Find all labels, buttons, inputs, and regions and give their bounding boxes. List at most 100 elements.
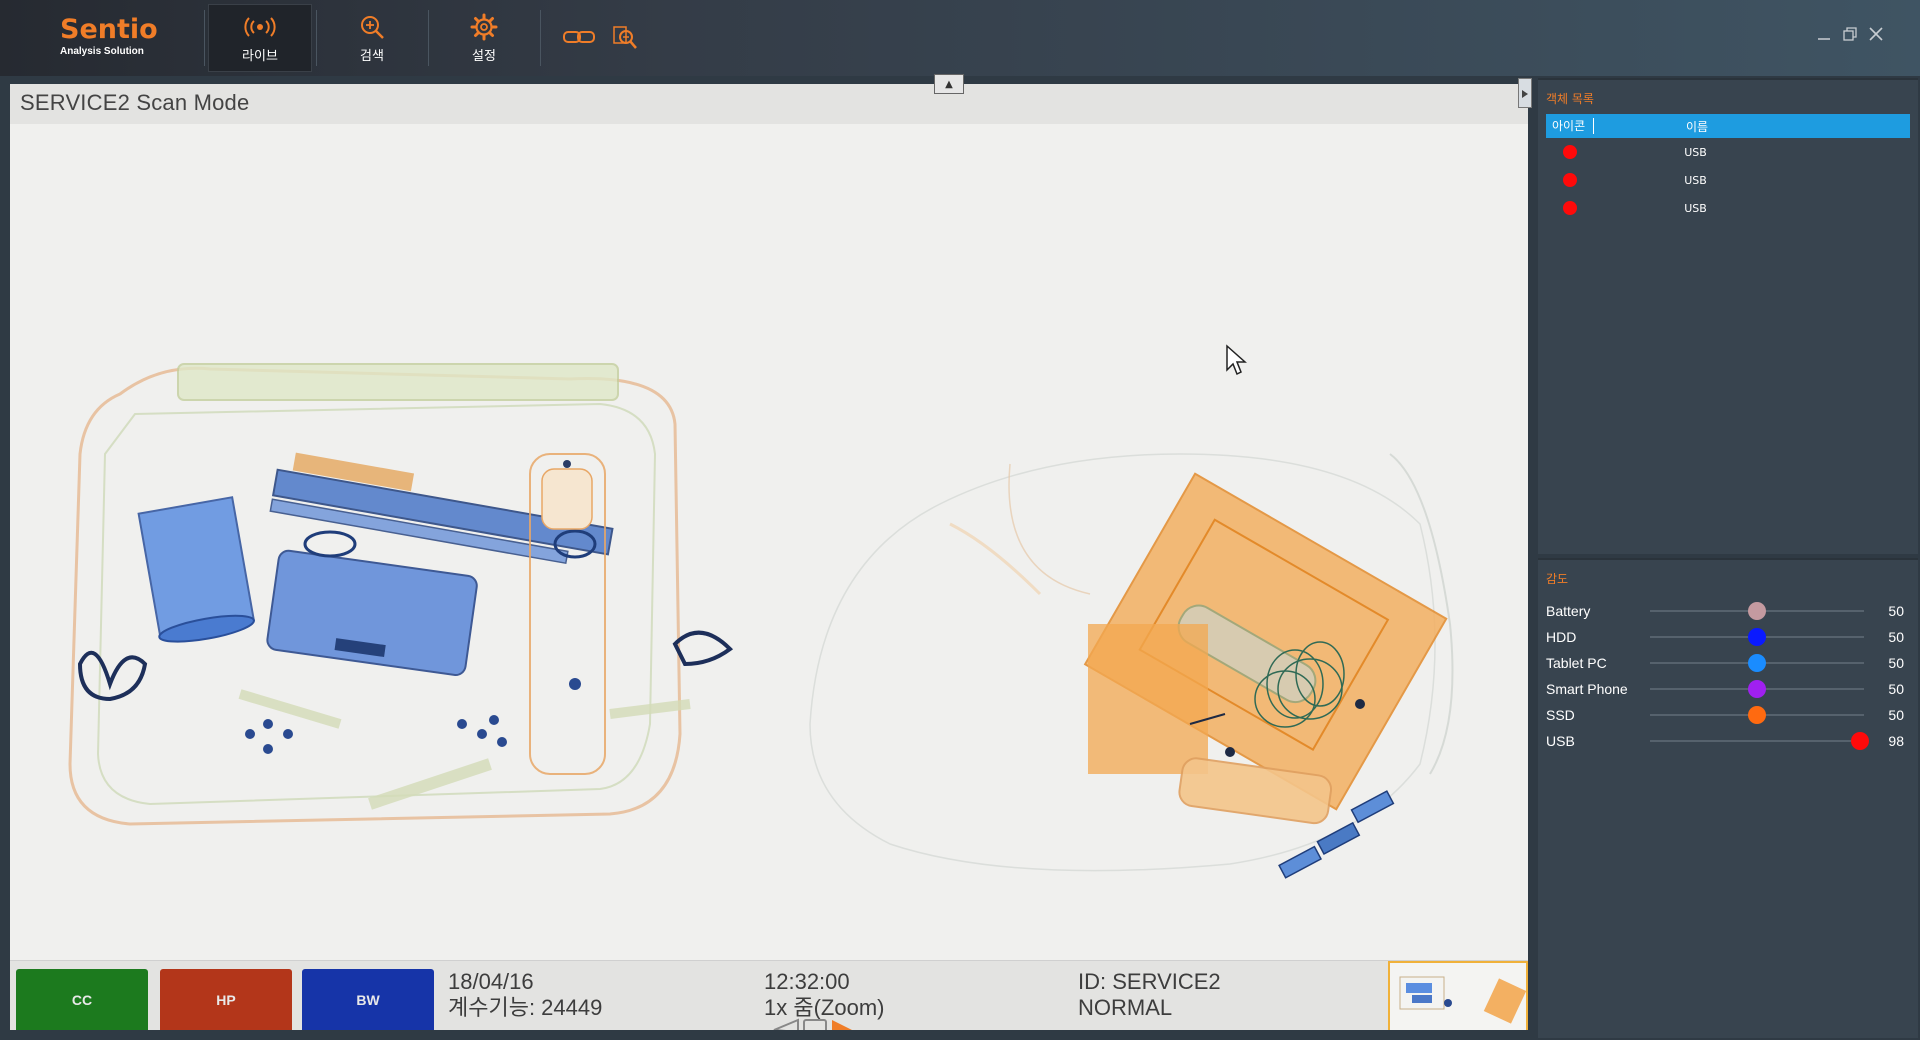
sensitivity-slider[interactable] xyxy=(1650,601,1864,621)
mode-hp-label: HP xyxy=(216,992,236,1008)
sensitivity-list: Battery 50 HDD 50 Tablet PC 50 Smart Phone 50 SS… xyxy=(1538,598,1918,754)
scan-info-bar: CC HP BW 18/04/16 계수기능: 24449 12:32:00 1… xyxy=(10,960,1528,1030)
playback-controls xyxy=(770,1017,860,1030)
collapse-top-handle[interactable]: ▲ xyxy=(934,74,964,94)
scan-status: NORMAL xyxy=(1078,995,1173,1020)
object-list-title: 객체 목록 xyxy=(1546,92,1594,106)
mode-cc-label: CC xyxy=(71,992,93,1008)
detection-dot-icon xyxy=(1563,145,1577,159)
sensitivity-slider[interactable] xyxy=(1650,705,1864,725)
scan-viewer[interactable]: SERVICE2 Scan Mode CC HP BW 18/04/16 계수기… xyxy=(10,84,1528,1030)
sensitivity-label: USB xyxy=(1546,733,1575,749)
scan-date: 18/04/16 xyxy=(448,969,534,994)
object-name: USB xyxy=(1684,173,1707,187)
mouse-cursor-icon xyxy=(1225,344,1247,380)
slider-knob[interactable] xyxy=(1748,680,1766,698)
sensitivity-row: Battery 50 xyxy=(1538,598,1918,624)
window-controls xyxy=(1816,26,1884,42)
sensitivity-value: 50 xyxy=(1888,707,1904,723)
xray-image[interactable] xyxy=(10,124,1528,964)
slider-knob[interactable] xyxy=(1748,706,1766,724)
sensitivity-value: 50 xyxy=(1888,681,1904,697)
brand-name: Sentio xyxy=(60,14,158,45)
minimize-icon[interactable] xyxy=(1816,26,1832,42)
scan-time: 12:32:00 xyxy=(764,969,850,994)
list-item[interactable]: USB xyxy=(1546,166,1910,194)
nav-divider xyxy=(540,10,541,66)
restore-icon[interactable] xyxy=(1842,26,1858,42)
sensitivity-value: 98 xyxy=(1888,733,1904,749)
object-name: USB xyxy=(1684,201,1707,215)
sensitivity-value: 50 xyxy=(1888,655,1904,671)
sensitivity-panel: 감도 Battery 50 HDD 50 Tablet PC 50 Smart Phone 5… xyxy=(1538,558,1918,1038)
sensitivity-row: HDD 50 xyxy=(1538,624,1918,650)
slider-knob[interactable] xyxy=(1748,628,1766,646)
slider-knob[interactable] xyxy=(1748,602,1766,620)
sensitivity-label: Tablet PC xyxy=(1546,655,1607,671)
zoom-search-icon xyxy=(359,13,385,41)
mode-hp-button[interactable]: HP xyxy=(160,969,292,1030)
link-icon[interactable] xyxy=(562,22,596,52)
tool-icon-group xyxy=(562,22,642,52)
play-icon xyxy=(832,1020,852,1030)
sensitivity-label: HDD xyxy=(1546,629,1577,645)
gear-icon xyxy=(470,13,498,41)
nav-search-button[interactable]: 검색 xyxy=(320,4,424,72)
column-icon-header: 아이콘 xyxy=(1546,118,1594,134)
list-item[interactable]: USB xyxy=(1546,138,1910,166)
sensitivity-label: Battery xyxy=(1546,603,1591,619)
sensitivity-value: 50 xyxy=(1888,629,1904,645)
object-list-header[interactable]: 아이콘 이름 xyxy=(1546,114,1910,138)
chevron-up-icon: ▲ xyxy=(945,78,953,90)
brand-logo: Sentio Analysis Solution xyxy=(60,14,158,58)
mode-cc-button[interactable]: CC xyxy=(16,969,148,1030)
scan-counter: 계수기능: 24449 xyxy=(448,995,603,1020)
sensitivity-label: SSD xyxy=(1546,707,1575,723)
sensitivity-label: Smart Phone xyxy=(1546,681,1628,697)
xray-bag-right xyxy=(809,453,1454,879)
object-name: USB xyxy=(1684,145,1707,159)
scanner-id: ID: SERVICE2 xyxy=(1078,969,1221,994)
close-icon[interactable] xyxy=(1868,26,1884,42)
prev-icon xyxy=(773,1018,799,1030)
nav-divider xyxy=(428,10,429,66)
nav-settings-button[interactable]: 설정 xyxy=(432,4,536,72)
sensitivity-row: USB 98 xyxy=(1538,728,1918,754)
sensitivity-value: 50 xyxy=(1888,603,1904,619)
mode-bw-label: BW xyxy=(356,992,380,1008)
mode-bw-button[interactable]: BW xyxy=(302,969,434,1030)
top-bar: Sentio Analysis Solution 라이브 검색 설정 xyxy=(0,0,1920,76)
slider-knob[interactable] xyxy=(1748,654,1766,672)
sensitivity-slider[interactable] xyxy=(1650,627,1864,647)
sensitivity-title: 감도 xyxy=(1546,572,1569,586)
sensitivity-slider[interactable] xyxy=(1650,731,1869,751)
stop-icon xyxy=(803,1019,827,1030)
slider-knob[interactable] xyxy=(1850,732,1869,750)
side-panel-handle[interactable] xyxy=(1518,78,1532,108)
nav-divider xyxy=(316,10,317,66)
sensitivity-row: SSD 50 xyxy=(1538,702,1918,728)
xray-bag-left xyxy=(68,363,734,826)
nav-settings-label: 설정 xyxy=(472,48,496,64)
chevron-right-icon xyxy=(1521,84,1529,103)
scan-thumbnail[interactable] xyxy=(1388,961,1528,1030)
detection-dot-icon xyxy=(1563,201,1577,215)
slider-track xyxy=(1650,740,1864,742)
detection-dot-icon xyxy=(1563,173,1577,187)
nav-live-button[interactable]: 라이브 xyxy=(208,4,312,72)
nav-search-label: 검색 xyxy=(360,48,384,64)
sensitivity-row: Smart Phone 50 xyxy=(1538,676,1918,702)
column-name-header: 이름 xyxy=(1685,119,1709,134)
broadcast-icon xyxy=(243,13,277,41)
sensitivity-slider[interactable] xyxy=(1650,679,1864,699)
sensitivity-slider[interactable] xyxy=(1650,653,1864,673)
viewer-title: SERVICE2 Scan Mode xyxy=(20,90,250,115)
nav-divider xyxy=(204,10,205,66)
sensitivity-row: Tablet PC 50 xyxy=(1538,650,1918,676)
brand-subtitle: Analysis Solution xyxy=(60,46,144,57)
nav-live-label: 라이브 xyxy=(242,48,278,64)
object-list-panel: 객체 목록 아이콘 이름 USB USB USB xyxy=(1538,78,1918,554)
list-item[interactable]: USB xyxy=(1546,194,1910,222)
viewer-title-bar: SERVICE2 Scan Mode xyxy=(10,84,1528,124)
inspect-icon[interactable] xyxy=(608,22,642,52)
